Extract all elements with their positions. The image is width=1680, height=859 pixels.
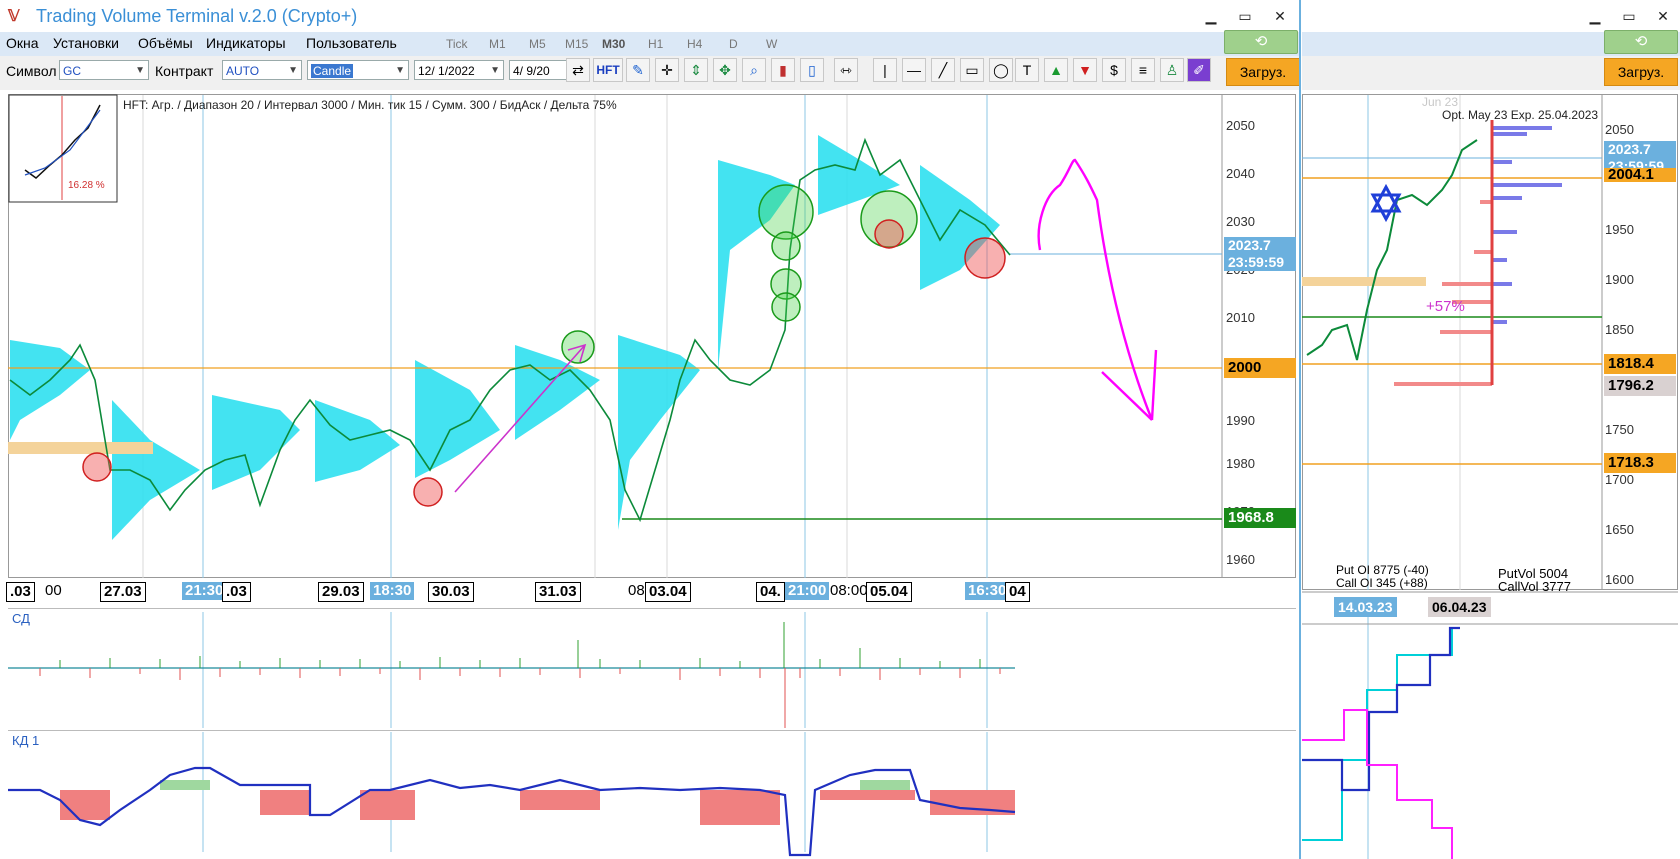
mini-chart-pct: 16.28 % [68,180,105,191]
price-tick: 1750 [1605,422,1634,437]
level-2-badge: 1796.2 [1604,376,1676,396]
time-label: 04. [756,582,785,602]
time-label: 21:00 [785,582,830,600]
price-tick: 1980 [1226,456,1255,471]
date-left: 14.03.23 [1334,597,1397,617]
price-tick: 1900 [1605,272,1634,287]
price-tick: 2030 [1226,214,1255,229]
time-label: 08:00 [830,582,868,599]
price-tick: 2050 [1226,118,1255,133]
time-label: 03.04 [645,582,691,602]
kd-indicator-svg [8,766,1016,857]
time-label: 31.03 [535,582,581,602]
time-label: 05.04 [866,582,912,602]
price-tick: 2040 [1226,166,1255,181]
time-label: 21:30 [182,582,227,600]
price-tick: 1990 [1226,413,1255,428]
time-label: 16:30 [965,582,1010,600]
date-right: 06.04.23 [1428,597,1491,617]
time-label: 04 [1005,582,1030,602]
time-label: 00 [45,582,62,599]
time-label: 30.03 [428,582,474,602]
price-tick: 2050 [1605,122,1634,137]
cd-indicator-svg [8,622,1015,728]
price-tick: 1960 [1226,552,1255,567]
main-window: 𝕍 Trading Volume Terminal v.2.0 (Crypto+… [0,0,1300,859]
time-label: .03 [6,582,35,602]
price-tick: 1600 [1605,572,1634,587]
right-current-price: 2023.7 [1608,141,1651,157]
options-label: Opt. May 23 Exp. 25.04.2023 [1442,108,1599,122]
level-3-badge: 1718.3 [1604,453,1676,473]
price-tick: 1950 [1605,222,1634,237]
faded-contract-label: Jun 23 [1422,95,1459,109]
level-2000-badge: 2000 [1224,358,1296,378]
current-price-badge: 2023.7 23:59:59 [1224,237,1296,271]
level-green-badge: 1968.8 [1224,508,1296,528]
put-oi: Put OI 8775 (-40) [1336,563,1429,577]
level-1-badge: 1818.4 [1604,354,1676,374]
time-label: 18:30 [370,582,415,600]
time-label: 27.03 [100,582,146,602]
time-label: 29.03 [318,582,364,602]
pct-label: +57% [1426,298,1465,315]
price-tick: 1850 [1605,322,1634,337]
window-divider[interactable] [1299,0,1301,859]
level-top-badge: 2004.1 [1604,167,1676,182]
call-vol: CallVol 3777 [1498,579,1571,594]
current-price: 2023.7 [1228,237,1271,253]
price-tick: 1650 [1605,522,1634,537]
call-oi: Call OI 345 (+88) [1336,576,1428,590]
chart-info-line: HFT: Агр. / Диапазон 20 / Интервал 3000 … [123,98,617,112]
time-label: .03 [222,582,251,602]
price-tick: 2010 [1226,310,1255,325]
price-tick: 1700 [1605,472,1634,487]
right-window: ▁ ▭ ✕ ⟲ Загруз. Jun 23 Opt. May 23 Exp. … [1302,0,1680,859]
current-time: 23:59:59 [1228,254,1285,270]
